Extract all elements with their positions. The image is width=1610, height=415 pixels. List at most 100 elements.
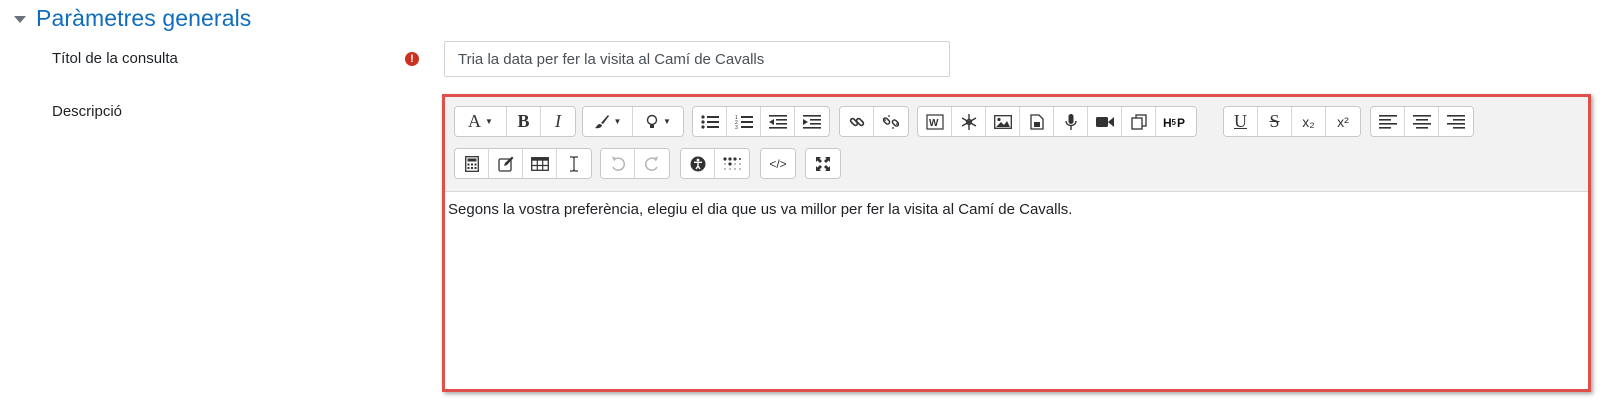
toolbar-group-links xyxy=(839,106,909,137)
redo-icon xyxy=(644,155,659,171)
underline-button[interactable]: U xyxy=(1224,107,1258,136)
unlink-button[interactable] xyxy=(874,107,908,136)
subscript-button[interactable]: x₂ xyxy=(1292,107,1326,136)
calculator-icon xyxy=(464,155,479,172)
toolbar-group-html: </> xyxy=(760,148,796,179)
description-field-label: Descripció xyxy=(52,103,123,120)
redo-button[interactable] xyxy=(635,149,669,178)
superscript-button[interactable]: x² xyxy=(1326,107,1360,136)
section-header-general[interactable]: Paràmetres generals xyxy=(14,2,251,34)
copy-icon xyxy=(1130,113,1147,130)
toolbar-group-fullscreen xyxy=(805,148,841,179)
equation-button[interactable] xyxy=(455,149,489,178)
snowflake-button[interactable] xyxy=(952,107,986,136)
underline-icon: U xyxy=(1234,111,1247,131)
cursor-button[interactable] xyxy=(557,149,591,178)
align-center-icon xyxy=(1412,114,1431,129)
bold-button[interactable]: B xyxy=(507,107,541,136)
align-right-icon xyxy=(1447,114,1465,129)
superscript-icon: x² xyxy=(1337,113,1349,130)
svg-text:5: 5 xyxy=(1172,118,1177,127)
chevron-down-icon: ▼ xyxy=(485,117,493,126)
record-video-button[interactable] xyxy=(1088,107,1122,136)
font-size-icon: A xyxy=(468,111,482,131)
svg-text:3: 3 xyxy=(735,125,738,129)
outdent-icon xyxy=(768,114,787,129)
fullscreen-icon xyxy=(816,156,830,171)
fullscreen-button[interactable] xyxy=(806,149,840,178)
section-title: Paràmetres generals xyxy=(36,4,252,31)
font-size-button[interactable]: A ▼ xyxy=(455,107,507,136)
snowflake-icon xyxy=(961,113,976,130)
code-icon: </> xyxy=(769,156,787,171)
required-icon: ! xyxy=(405,52,419,66)
image-button[interactable] xyxy=(986,107,1020,136)
strikethrough-button[interactable]: S xyxy=(1258,107,1292,136)
word-import-button[interactable]: W xyxy=(918,107,952,136)
unordered-list-button[interactable] xyxy=(693,107,727,136)
microphone-icon xyxy=(1064,113,1077,130)
align-left-icon xyxy=(1378,114,1397,129)
caret-down-icon[interactable] xyxy=(14,15,26,23)
video-icon xyxy=(1095,116,1114,127)
title-field-label: Títol de la consulta xyxy=(52,50,178,67)
indent-icon xyxy=(803,114,821,129)
svg-text:H: H xyxy=(1163,116,1172,129)
braille-icon xyxy=(723,156,741,170)
editor-content[interactable]: Segons la vostra preferència, elegiu el … xyxy=(448,201,1072,218)
link-button[interactable] xyxy=(840,107,874,136)
undo-icon xyxy=(611,155,625,171)
description-editor: A ▼ B I ▼ ▼ 123 W H 5 P U S x₂ x² </> Se… xyxy=(442,94,1591,392)
outdent-button[interactable] xyxy=(761,107,795,136)
strikethrough-icon: S xyxy=(1269,111,1280,131)
media-button[interactable] xyxy=(1020,107,1054,136)
toolbar-group-history xyxy=(600,148,670,179)
image-icon xyxy=(993,114,1012,129)
paint-brush-icon xyxy=(594,114,609,128)
toolbar-group-format: U S x₂ x² xyxy=(1223,106,1361,137)
toolbar-group-color: ▼ ▼ xyxy=(582,106,684,137)
media-icon xyxy=(1029,113,1044,130)
html-button[interactable]: </> xyxy=(761,149,795,178)
subscript-icon: x₂ xyxy=(1302,113,1315,130)
title-input[interactable] xyxy=(444,41,950,77)
align-left-button[interactable] xyxy=(1371,107,1405,136)
toolbar-group-tools xyxy=(454,148,592,179)
lightbulb-icon xyxy=(646,114,658,128)
undo-button[interactable] xyxy=(601,149,635,178)
table-button[interactable] xyxy=(523,149,557,178)
toolbar-group-style: A ▼ B I xyxy=(454,106,576,137)
italic-button[interactable]: I xyxy=(541,107,575,136)
text-color-button[interactable]: ▼ xyxy=(583,107,633,136)
unordered-list-icon xyxy=(700,114,719,129)
bold-icon: B xyxy=(517,111,530,131)
unlink-icon xyxy=(883,114,899,129)
editor-toolbar: A ▼ B I ▼ ▼ 123 W H 5 P U S x₂ x² </> xyxy=(445,97,1588,192)
table-icon xyxy=(530,156,549,171)
toolbar-group-accessibility xyxy=(680,148,750,179)
svg-text:W: W xyxy=(929,118,939,129)
accessibility-checker-button[interactable] xyxy=(681,149,715,178)
toolbar-group-media: W H5P xyxy=(917,106,1197,137)
italic-icon: I xyxy=(555,111,561,131)
link-icon xyxy=(849,117,864,126)
ordered-list-button[interactable]: 123 xyxy=(727,107,761,136)
chevron-down-icon: ▼ xyxy=(613,117,622,126)
svg-text:P: P xyxy=(1177,116,1185,129)
h5p-button[interactable]: H5P xyxy=(1156,107,1196,136)
copy-button[interactable] xyxy=(1122,107,1156,136)
toolbar-group-align xyxy=(1370,106,1474,137)
edit-icon xyxy=(497,156,513,172)
align-right-button[interactable] xyxy=(1439,107,1473,136)
screen-reader-helper-button[interactable] xyxy=(715,149,749,178)
ordered-list-icon: 123 xyxy=(735,115,753,129)
cursor-icon xyxy=(570,155,578,172)
background-color-button[interactable]: ▼ xyxy=(633,107,683,136)
h5p-icon: H5P xyxy=(1163,116,1185,129)
align-center-button[interactable] xyxy=(1405,107,1439,136)
accessibility-icon xyxy=(690,156,705,171)
edit-button[interactable] xyxy=(489,149,523,178)
indent-button[interactable] xyxy=(795,107,829,136)
toolbar-group-lists: 123 xyxy=(692,106,830,137)
record-audio-button[interactable] xyxy=(1054,107,1088,136)
